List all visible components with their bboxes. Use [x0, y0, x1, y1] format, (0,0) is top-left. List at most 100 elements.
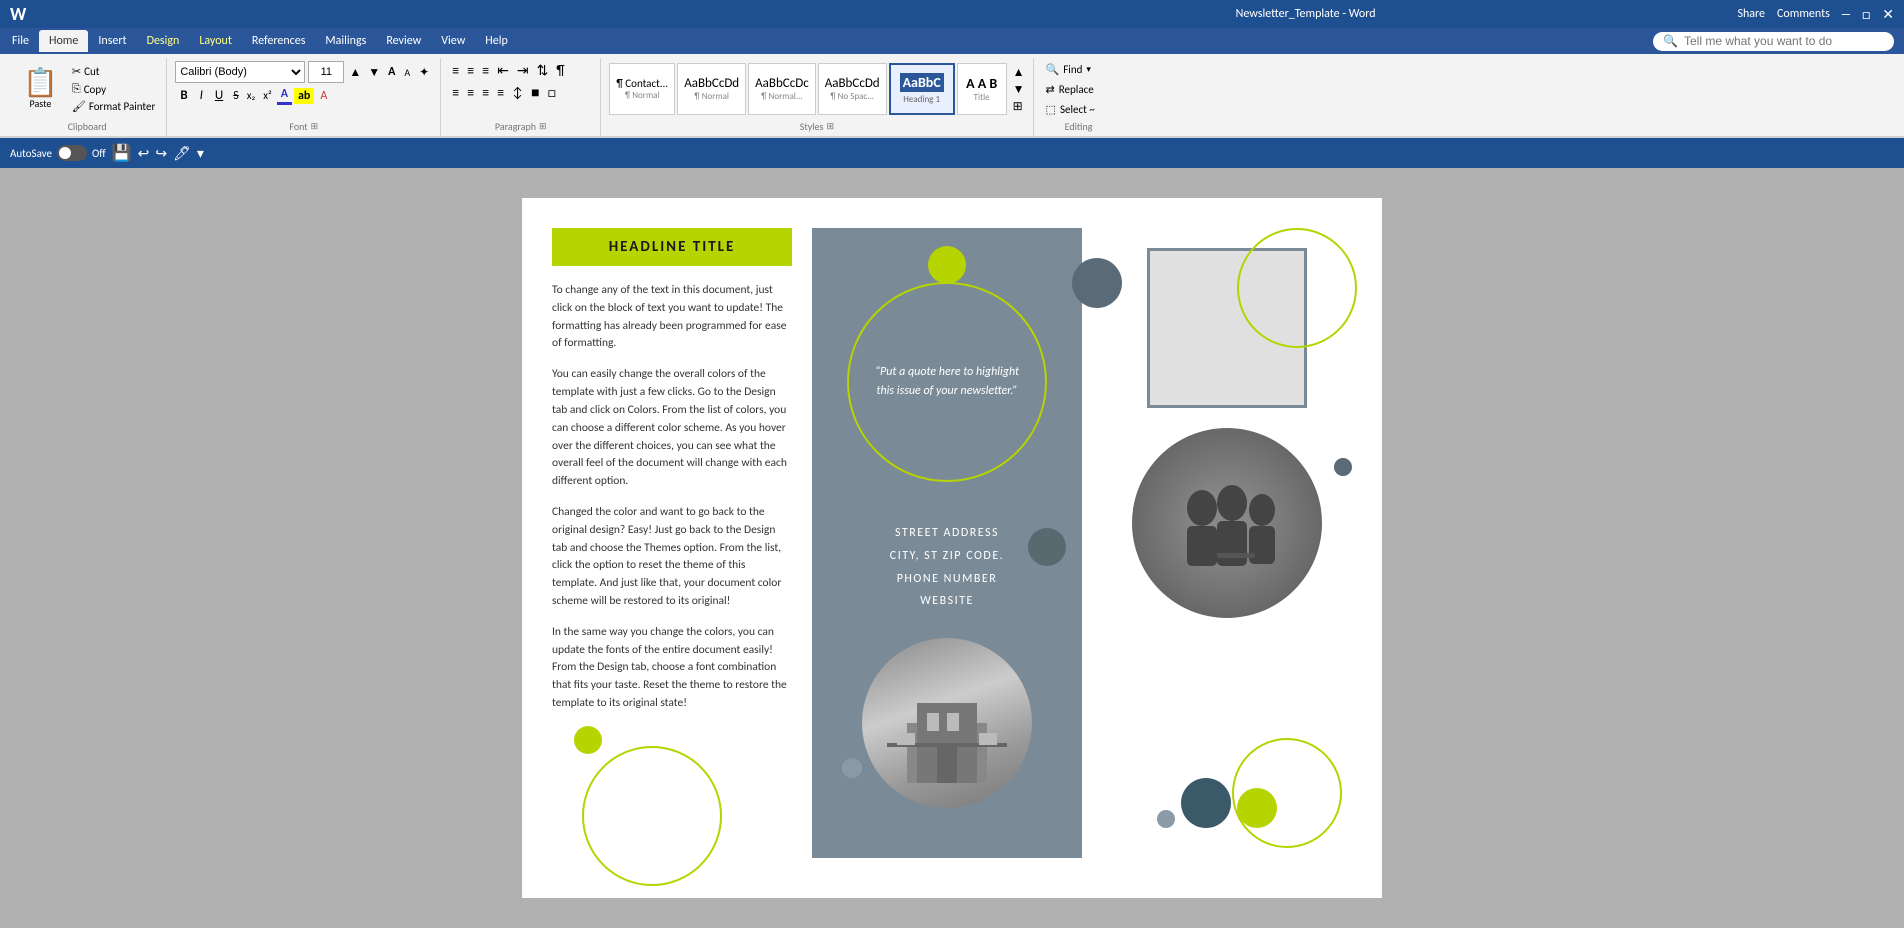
menu-layout-ctx[interactable]: Layout	[189, 30, 242, 52]
cut-icon: ✂	[72, 65, 81, 78]
restore-btn[interactable]: □	[1862, 6, 1870, 23]
word-logo: W	[10, 3, 26, 25]
styles-expand-btn[interactable]: ⊞	[1013, 99, 1025, 114]
select-btn[interactable]: ⬚ Select ~	[1042, 101, 1116, 118]
doc-title: Newsletter_Template - Word	[874, 7, 1738, 21]
address-line4: WEBSITE	[890, 590, 1004, 613]
document-area: HEADLINE TITLE To change any of the text…	[0, 168, 1904, 928]
paragraph-expand-btn[interactable]: ⊞	[539, 121, 547, 132]
style-no-spacing[interactable]: AaBbCcDd ¶ No Spac...	[818, 63, 887, 115]
format-painter-btn[interactable]: 🖌 Format Painter	[69, 99, 158, 114]
menu-references[interactable]: References	[242, 30, 316, 52]
body-paragraph-4[interactable]: In the same way you change the colors, y…	[552, 624, 792, 713]
align-left-btn[interactable]: ≡	[449, 83, 462, 102]
search-bar[interactable]: 🔍	[1653, 32, 1894, 51]
comments-btn[interactable]: Comments	[1777, 7, 1830, 21]
increase-font-btn[interactable]: A	[385, 64, 398, 80]
menu-design-ctx[interactable]: Design	[137, 30, 190, 52]
align-right-btn[interactable]: ≡	[479, 83, 492, 102]
green-dot-top	[928, 246, 966, 284]
styles-scroll-up[interactable]: ▲	[1013, 65, 1025, 80]
people-svg	[1162, 458, 1292, 588]
italic-btn[interactable]: I	[195, 86, 208, 105]
font-size-up-btn[interactable]: ▲	[347, 64, 363, 81]
increase-indent-btn[interactable]: ⇥	[514, 61, 532, 80]
share-btn[interactable]: Share	[1737, 7, 1765, 21]
menu-insert[interactable]: Insert	[88, 30, 136, 52]
highlight-btn[interactable]: ab	[294, 88, 314, 104]
cut-btn[interactable]: ✂ Cut	[69, 64, 158, 79]
bold-btn[interactable]: B	[175, 86, 192, 105]
clear-format-btn[interactable]: ✦	[416, 64, 432, 81]
replace-btn[interactable]: ⇄ Replace	[1042, 81, 1116, 98]
style-heading1[interactable]: AaBbC Heading 1	[889, 63, 955, 115]
font-family-select[interactable]: Calibri (Body)	[175, 61, 305, 83]
styles-scroll-down[interactable]: ▼	[1013, 82, 1025, 97]
menu-help[interactable]: Help	[475, 30, 518, 52]
address-line2: CITY, ST ZIP CODE.	[890, 545, 1004, 568]
building-image	[862, 638, 1032, 808]
underline-btn[interactable]: U	[210, 86, 228, 105]
body-paragraph-3[interactable]: Changed the color and want to go back to…	[552, 504, 792, 611]
body-paragraph-2[interactable]: You can easily change the overall colors…	[552, 366, 792, 491]
menu-view[interactable]: View	[431, 30, 475, 52]
headline-box[interactable]: HEADLINE TITLE	[552, 228, 792, 266]
menu-review[interactable]: Review	[376, 30, 431, 52]
numbering-btn[interactable]: ≡	[464, 61, 477, 80]
copy-btn[interactable]: ⎘ Copy	[69, 81, 158, 97]
find-btn[interactable]: 🔍 Find ▾	[1042, 61, 1116, 78]
decrease-font-btn[interactable]: A	[401, 65, 413, 80]
font-size-down-btn[interactable]: ▼	[366, 64, 382, 81]
style-normal[interactable]: AaBbCcDd ¶ Normal	[677, 63, 746, 115]
body-paragraph-1[interactable]: To change any of the text in this docume…	[552, 282, 792, 353]
borders-btn[interactable]: □	[545, 83, 559, 102]
show-hide-btn[interactable]: ¶	[553, 61, 567, 80]
copy-icon: ⎘	[72, 82, 81, 96]
strikethrough-btn[interactable]: S	[230, 88, 242, 104]
center-btn[interactable]: ≡	[464, 83, 477, 102]
search-input[interactable]	[1684, 34, 1884, 48]
styles-expand-icon[interactable]: ⊞	[826, 121, 834, 132]
address-line3: PHONE NUMBER	[890, 568, 1004, 591]
customize-qat-btn[interactable]: 🖊	[173, 145, 191, 162]
find-dropdown-icon[interactable]: ▾	[1086, 64, 1091, 75]
people-image	[1132, 428, 1322, 618]
sort-btn[interactable]: ⇅	[534, 61, 552, 80]
paste-icon: 📋	[23, 69, 58, 97]
style-contact[interactable]: ¶ Contact... ¶ Normal	[609, 63, 675, 115]
small-circle-mid-bottom	[842, 758, 862, 778]
multilevel-btn[interactable]: ≡	[479, 61, 492, 80]
line-spacing-btn[interactable]: ↕	[509, 83, 526, 102]
style-title[interactable]: A A B Title	[957, 63, 1007, 115]
decrease-indent-btn[interactable]: ⇤	[494, 61, 512, 80]
font-color2-btn[interactable]: A	[316, 88, 331, 104]
more-qat-btn[interactable]: ▾	[197, 145, 204, 162]
justify-btn[interactable]: ≡	[494, 83, 507, 102]
font-size-input[interactable]	[308, 61, 344, 83]
minimize-btn[interactable]: ─	[1842, 5, 1850, 24]
menu-file[interactable]: File	[2, 30, 39, 52]
paste-btn[interactable]: 📋 Paste	[16, 66, 65, 113]
paragraph-label: Paragraph	[495, 120, 536, 133]
redo-btn[interactable]: ↪	[155, 145, 167, 162]
clipboard-group: 📋 Paste ✂ Cut ⎘ Copy 🖌 Format Painter Cl…	[8, 58, 167, 136]
autosave-toggle[interactable]	[57, 145, 87, 161]
deco-circle-teal	[1181, 778, 1231, 828]
font-expand-btn[interactable]: ⊞	[311, 121, 319, 132]
undo-btn[interactable]: ↩	[138, 145, 150, 162]
left-column: HEADLINE TITLE To change any of the text…	[552, 228, 812, 858]
green-dot-lb	[574, 726, 602, 754]
menu-mailings[interactable]: Mailings	[315, 30, 376, 52]
subscript-btn[interactable]: x₂	[244, 88, 258, 103]
deco-dark-circle-tr	[1072, 258, 1122, 308]
save-icon[interactable]: 💾	[112, 143, 132, 163]
font-color-btn[interactable]: A	[277, 86, 292, 105]
shading-btn[interactable]: ■	[528, 83, 542, 102]
superscript-btn[interactable]: x²	[260, 88, 274, 103]
ribbon-tab-bar: File Home Insert Design Layout Reference…	[0, 28, 1904, 54]
close-btn[interactable]: ✕	[1882, 6, 1894, 23]
menu-home[interactable]: Home	[39, 30, 88, 52]
bullets-btn[interactable]: ≡	[449, 61, 462, 80]
style-normal-nd[interactable]: AaBbCcDc ¶ Normal...	[748, 63, 816, 115]
quick-access-toolbar: AutoSave Off 💾 ↩ ↪ 🖊 ▾	[0, 138, 1904, 168]
